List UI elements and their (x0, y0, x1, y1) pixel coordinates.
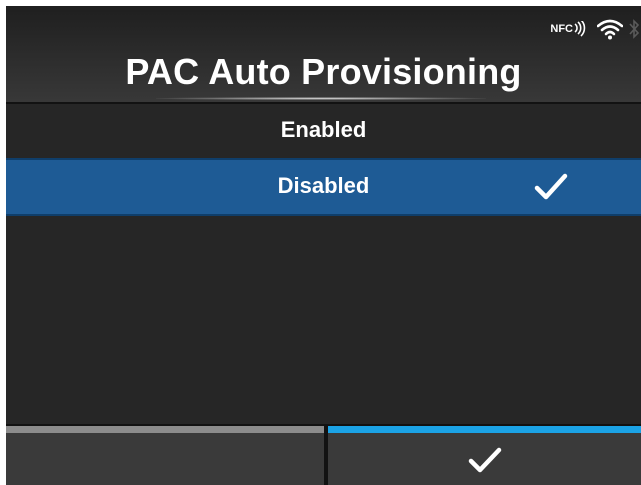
option-enabled[interactable]: Enabled (6, 102, 641, 158)
confirm-button[interactable] (328, 426, 641, 485)
selected-checkmark-icon (534, 173, 568, 200)
bluetooth-icon (629, 19, 639, 39)
option-label: Enabled (280, 117, 367, 142)
option-label: Disabled (277, 173, 370, 198)
title-underline-glow (156, 97, 486, 100)
nfc-indicator: NFC (550, 21, 587, 37)
option-disabled[interactable]: Disabled (6, 158, 641, 216)
page-title: PAC Auto Provisioning (125, 51, 522, 92)
header: NFC PAC Auto Provisioning (6, 6, 641, 102)
wifi-icon (597, 19, 623, 40)
printer-screen: NFC PAC Auto Provisioning Enabled Disabl… (6, 6, 641, 485)
nfc-icon (574, 21, 586, 37)
checkmark-icon (468, 447, 502, 473)
softkey-bar (6, 424, 641, 485)
options-list: Enabled Disabled (6, 102, 641, 216)
status-bar: NFC (550, 14, 641, 44)
left-softkey-button[interactable] (6, 426, 324, 485)
nfc-label: NFC (550, 23, 573, 35)
